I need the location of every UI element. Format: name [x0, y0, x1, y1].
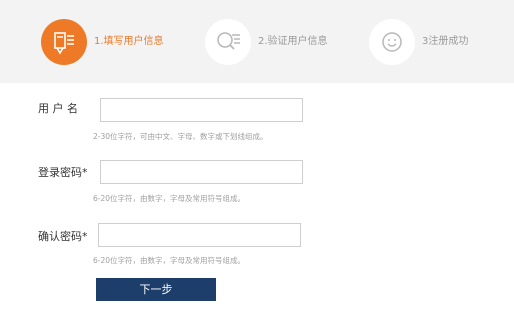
- confirm-password-hint: 6-20位字符，由数字，字母及常用符号组成。: [93, 256, 246, 265]
- password-input[interactable]: [100, 160, 303, 184]
- edit-form-icon: [41, 19, 87, 65]
- confirm-password-input[interactable]: [98, 223, 301, 247]
- step-label: 3注册成功: [422, 36, 469, 47]
- password-hint: 6-20位字符，由数字，字母及常用符号组成。: [93, 194, 246, 203]
- smile-icon: [369, 19, 415, 65]
- next-step-button[interactable]: 下一步: [96, 278, 216, 301]
- username-input[interactable]: [100, 98, 303, 122]
- registration-steps-bar: 1.填写用户信息 2.验证用户信息 3注册成功: [0, 0, 514, 83]
- confirm-password-label: 确认密码*: [38, 230, 88, 243]
- password-label: 登录密码*: [38, 166, 88, 179]
- step-label: 1.填写用户信息: [94, 36, 164, 47]
- step-label: 2.验证用户信息: [258, 36, 328, 47]
- username-hint: 2-30位字符，可由中文、字母、数字或下划线组成。: [93, 132, 268, 141]
- username-label: 用 户 名: [38, 102, 78, 115]
- search-list-icon: [205, 19, 251, 65]
